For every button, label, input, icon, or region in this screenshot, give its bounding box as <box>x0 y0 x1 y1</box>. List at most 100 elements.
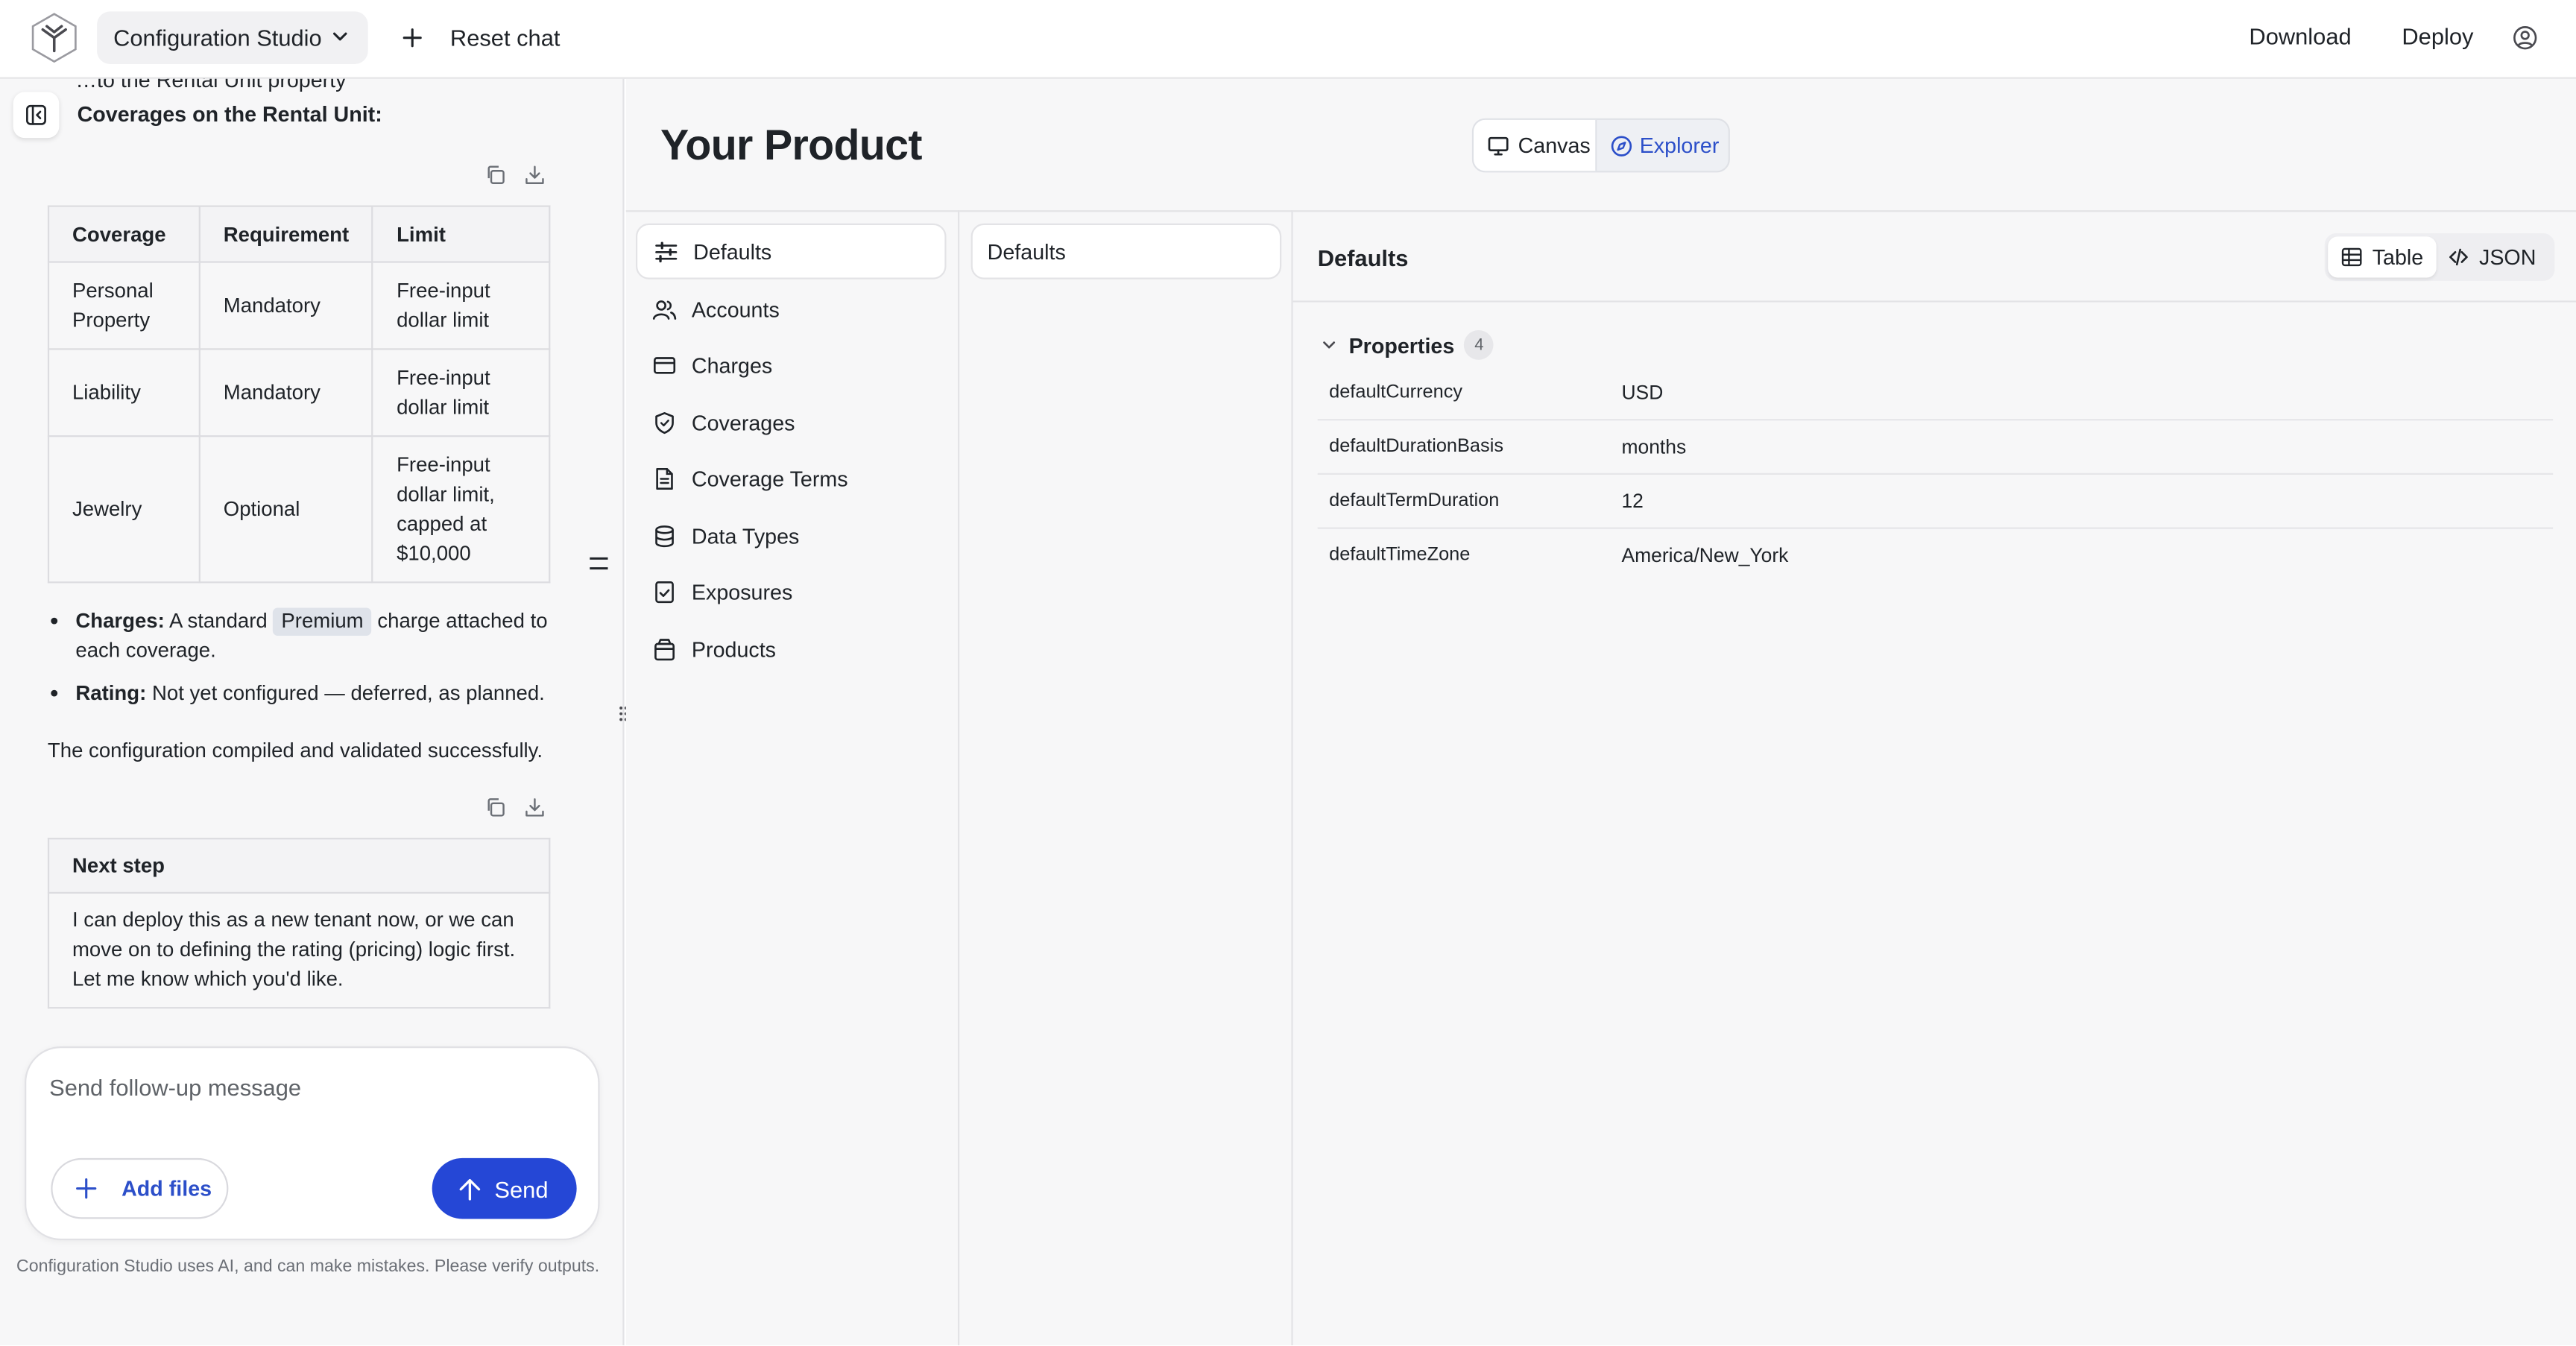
plus-icon <box>402 28 422 48</box>
table-format-button[interactable]: Table <box>2328 236 2437 278</box>
app-logo-icon[interactable] <box>28 11 80 64</box>
collapse-sidebar-button[interactable] <box>13 92 60 139</box>
arrow-up-icon <box>459 1178 481 1200</box>
table-row: Jewelry Optional Free-input dollar limit… <box>47 435 551 584</box>
nav-item-coverage-terms[interactable]: Coverage Terms <box>636 450 947 506</box>
download-button[interactable]: Download <box>2249 23 2351 49</box>
confirmation-text: The configuration compiled and validated… <box>47 739 543 762</box>
add-files-label: Add files <box>121 1176 212 1201</box>
detail-header: Defaults Table JSON <box>1292 212 2576 303</box>
nav-item-products[interactable]: Products <box>636 621 947 677</box>
property-row[interactable]: defaultTermDuration 12 <box>1317 475 2554 529</box>
property-key: defaultTermDuration <box>1329 491 1500 511</box>
deploy-button[interactable]: Deploy <box>2402 23 2473 49</box>
subnav-item-defaults[interactable]: Defaults <box>970 223 1282 279</box>
nav-item-charges[interactable]: Charges <box>636 337 947 393</box>
nav-item-defaults[interactable]: Defaults <box>635 223 947 279</box>
send-button[interactable]: Send <box>432 1157 577 1219</box>
property-key: defaultCurrency <box>1329 382 1463 403</box>
table-cell: Liability <box>47 348 201 437</box>
chevron-down-icon <box>1323 341 1336 349</box>
chevron-down-icon <box>332 32 347 41</box>
property-value: months <box>1621 435 1687 458</box>
explorer-nav: Defaults Accounts Charges Coverages Cove… <box>625 210 960 1346</box>
copy-icon[interactable] <box>484 797 506 818</box>
table-row: Personal Property Mandatory Free-input d… <box>47 261 551 350</box>
property-row[interactable]: defaultCurrency USD <box>1317 367 2554 421</box>
download-icon[interactable] <box>524 797 546 818</box>
project-selector[interactable]: Configuration Studio <box>97 11 368 64</box>
property-key: defaultDurationBasis <box>1329 437 1504 457</box>
property-row[interactable]: defaultDurationBasis months <box>1317 420 2554 475</box>
nav-item-label: Data Types <box>691 523 800 549</box>
nav-item-accounts[interactable]: Accounts <box>636 281 947 337</box>
nav-item-label: Exposures <box>691 578 793 604</box>
canvas-view-button[interactable]: Canvas <box>1474 119 1597 171</box>
table-cell: Free-input dollar limit, capped at $10,0… <box>372 435 551 584</box>
nav-item-data-types[interactable]: Data Types <box>636 508 947 563</box>
properties-section-toggle[interactable]: Properties 4 <box>1321 329 1494 361</box>
users-icon <box>652 300 677 319</box>
nav-item-label: Charges <box>691 352 773 377</box>
nav-item-label: Products <box>691 636 777 662</box>
table-cell: Optional <box>198 435 374 584</box>
table-cell: Personal Property <box>47 261 201 350</box>
properties-label: Properties <box>1348 332 1455 358</box>
property-row[interactable]: defaultTimeZone America/New_York <box>1318 529 2553 584</box>
nav-item-label: Defaults <box>693 238 772 264</box>
explorer-view-button[interactable]: Explorer <box>1597 120 1728 171</box>
user-account-icon[interactable] <box>2512 25 2538 51</box>
reset-chat-button[interactable]: Reset chat <box>394 13 560 63</box>
nav-item-exposures[interactable]: Exposures <box>636 563 947 619</box>
table-cell: Mandatory <box>198 348 374 437</box>
json-format-label: JSON <box>2478 244 2536 270</box>
app-window: Configuration Studio Reset chat Download… <box>0 0 2576 1346</box>
project-name: Configuration Studio <box>113 25 322 51</box>
credit-card-icon <box>654 356 676 373</box>
checklist-icon <box>655 580 674 603</box>
top-bar: Configuration Studio Reset chat Download… <box>0 0 2576 79</box>
bullet-text: A standard <box>168 609 268 633</box>
table-cell: I can deploy this as a new tenant now, o… <box>47 891 551 1009</box>
send-label: Send <box>494 1175 549 1202</box>
nav-item-label: Accounts <box>691 296 780 321</box>
explorer-subnav: Defaults <box>959 210 1293 1346</box>
table-row: Liability Mandatory Free-input dollar li… <box>47 348 551 437</box>
table-format-label: Table <box>2372 244 2424 270</box>
main-area: Your Product Canvas Explorer Defaults Ac… <box>625 78 2576 1346</box>
add-files-button[interactable]: Add files <box>51 1157 229 1219</box>
nav-item-label: Coverage Terms <box>691 465 848 490</box>
package-icon <box>654 638 675 660</box>
nav-item-label: Coverages <box>691 409 795 435</box>
sliders-icon <box>655 241 678 262</box>
table-row: I can deploy this as a new tenant now, o… <box>47 891 551 1009</box>
nav-item-coverages[interactable]: Coverages <box>636 394 947 450</box>
download-icon[interactable] <box>524 164 546 186</box>
summary-list: Charges: A standard Premium charge attac… <box>48 606 557 721</box>
detail-title: Defaults <box>1317 244 1409 271</box>
column-header: Limit <box>372 205 551 263</box>
code-icon <box>2449 248 2468 266</box>
chat-cut-off-text: …to the Rental Unit property <box>75 78 347 92</box>
sidebar-collapse-icon <box>26 104 46 125</box>
ai-disclaimer: Configuration Studio uses AI, and can ma… <box>16 1257 600 1277</box>
next-step-table: Next step I can deploy this as a new ten… <box>47 838 551 1009</box>
drag-handle-icon[interactable] <box>588 557 610 570</box>
detail-panel: Defaults Table JSON Properties 4 default… <box>1292 210 2576 1345</box>
view-toggle: Canvas Explorer <box>1471 118 1730 173</box>
bullet-text: Not yet configured — deferred, as planne… <box>151 681 545 705</box>
list-item: Charges: A standard Premium charge attac… <box>48 606 557 665</box>
copy-icon[interactable] <box>484 164 506 186</box>
bullet-label: Charges: <box>75 609 165 633</box>
list-item: Rating: Not yet configured — deferred, a… <box>48 678 557 708</box>
document-icon <box>656 467 673 489</box>
monitor-icon <box>1488 136 1509 155</box>
property-value: 12 <box>1621 489 1644 513</box>
chat-panel: …to the Rental Unit property Coverages o… <box>0 78 625 1346</box>
explorer-label: Explorer <box>1639 133 1720 158</box>
json-format-button[interactable]: JSON <box>2448 236 2536 277</box>
table-cell: Free-input dollar limit <box>372 348 551 437</box>
database-icon <box>655 524 674 547</box>
message-input[interactable] <box>49 1074 575 1101</box>
plus-icon <box>76 1178 97 1199</box>
